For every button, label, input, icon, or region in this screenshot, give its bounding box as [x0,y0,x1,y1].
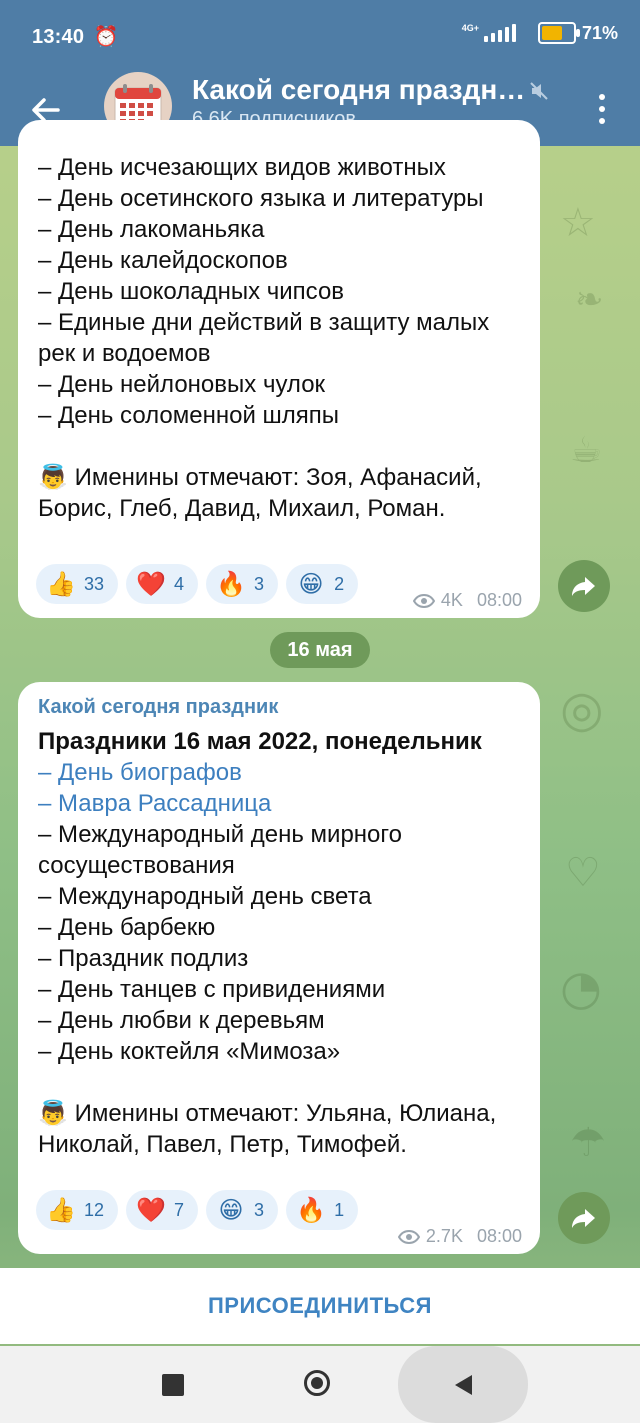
holiday-link[interactable]: – Мавра Рассадница [38,788,522,819]
grin-icon: 😁 [298,570,324,598]
doodle-ball-icon: ◎ [560,680,604,738]
status-time-text: 13:40 [32,26,85,48]
doodle-star-icon: ☆ [560,200,596,246]
holiday-link[interactable]: – День биографов [38,757,522,788]
message-line: – День танцев с привидениями [38,976,386,1003]
message-line: – Международный день света [38,883,372,910]
circle-nav-icon[interactable] [304,1370,330,1396]
forward-icon [572,577,595,596]
message-line: – День нейлоновых чулок [38,371,326,398]
reactions: 👍 12 ❤️ 7 😁 3 🔥 1 [36,1190,359,1230]
channel-title[interactable]: Какой сегодня праздн… [192,74,525,106]
namedays-value: Именины отмечают: Зоя, Афанасий, Борис, … [38,464,489,522]
message-line: – День любви к деревьям [38,1007,325,1034]
reaction-count: 2 [334,573,345,594]
channel-name[interactable]: Какой сегодня праздник [38,692,522,722]
message-line: – День исчезающих видов животных [38,154,446,181]
message-time: 08:00 [476,590,522,610]
doodle-umbrella-icon: ☂ [570,1120,606,1166]
doodle-leaf-icon: ❧ [575,280,604,320]
reaction-heart[interactable]: ❤️ 4 [126,564,199,604]
mute-icon [528,80,550,102]
fire-icon: 🔥 [296,1196,326,1224]
message-line: – День шоколадных чипсов [38,278,345,305]
reaction-count: 7 [174,1199,185,1220]
message-line: – День коктейля «Мимоза» [38,1038,341,1065]
reaction-count: 3 [254,1199,265,1220]
battery-icon [537,22,580,44]
eye-icon [412,593,435,608]
message-time: 08:00 [476,1226,522,1246]
forward-icon [572,1209,595,1228]
reaction-thumbs-up[interactable]: 👍 33 [36,564,119,604]
eye-icon [397,1229,420,1244]
message-bubble: Какой сегодня праздник Праздники 16 мая … [18,682,540,1254]
signal-icon: 4G+ [462,24,516,42]
reaction-count: 33 [84,573,105,594]
date-separator: 16 мая [270,632,370,668]
doodle-cup-icon: ☕ [570,430,603,471]
message-line: – День калейдоскопов [38,247,288,274]
reaction-heart[interactable]: ❤️ 7 [126,1190,199,1230]
namedays-value: Именины отмечают: Ульяна, Юлиана, Никола… [38,1100,503,1158]
battery-percent: 71% [581,22,618,43]
forward-button[interactable] [558,560,610,612]
message-line: – День барбекю [38,914,216,941]
message-line: – Праздник подлиз [38,945,249,972]
alarm-icon: ⏰ [93,26,120,48]
thumbs-up-icon: 👍 [46,1196,76,1224]
message-line: – День соломенной шляпы [38,402,340,429]
reaction-count: 12 [84,1199,105,1220]
message-bubble: – День исчезающих видов животных – День … [18,120,540,618]
system-nav-bar [0,1346,640,1423]
status-time: 13:40 ⏰ [32,24,119,49]
reaction-grin[interactable]: 😁 2 [286,564,359,604]
heart-icon: ❤️ [136,570,166,598]
grin-icon: 😁 [218,1196,244,1224]
square-nav-icon[interactable] [162,1374,184,1396]
angel-icon: 👼 [38,1100,68,1127]
doodle-heart-icon: ♡ [565,850,601,896]
reaction-count: 3 [254,573,265,594]
join-button[interactable]: ПРИСОЕДИНИТЬСЯ [0,1268,640,1344]
status-bar: 13:40 ⏰ 4G+ 71% [0,0,640,70]
back-nav-icon [455,1374,472,1395]
namedays-text: 👼 Именины отмечают: Зоя, Афанасий, Борис… [38,462,522,524]
reaction-thumbs-up[interactable]: 👍 12 [36,1190,119,1230]
reaction-count: 4 [174,573,185,594]
reactions: 👍 33 ❤️ 4 🔥 3 😁 2 [36,564,359,604]
message-meta: 2.7K 08:00 [397,1226,522,1247]
message-line: – День лакоманьяка [38,216,265,243]
message-line: – Международный день мирного сосуществов… [38,821,409,879]
doodle-pizza-icon: ◔ [560,960,602,1016]
forward-button[interactable] [558,1192,610,1244]
reaction-fire[interactable]: 🔥 1 [286,1190,359,1230]
message-line: – День осетинского языка и литературы [38,185,484,212]
namedays-text: 👼 Именины отмечают: Ульяна, Юлиана, Нико… [38,1098,522,1160]
status-right: 4G+ 71% [462,22,618,44]
back-nav-button[interactable] [398,1346,528,1423]
view-count: 2.7K [425,1226,463,1246]
network-label: 4G+ [461,23,479,33]
message-meta: 4K 08:00 [412,590,522,611]
reaction-grin[interactable]: 😁 3 [206,1190,279,1230]
message-line: – Единые дни действий в защиту малых рек… [38,309,496,367]
reaction-fire[interactable]: 🔥 3 [206,564,279,604]
battery-fill [541,26,562,40]
more-vert-icon[interactable] [594,88,610,128]
angel-icon: 👼 [38,464,68,491]
view-count: 4K [440,590,463,610]
fire-icon: 🔥 [216,570,246,598]
thumbs-up-icon: 👍 [46,570,76,598]
message-heading: Праздники 16 мая 2022, понедельник [38,728,482,755]
reaction-count: 1 [334,1199,345,1220]
heart-icon: ❤️ [136,1196,166,1224]
